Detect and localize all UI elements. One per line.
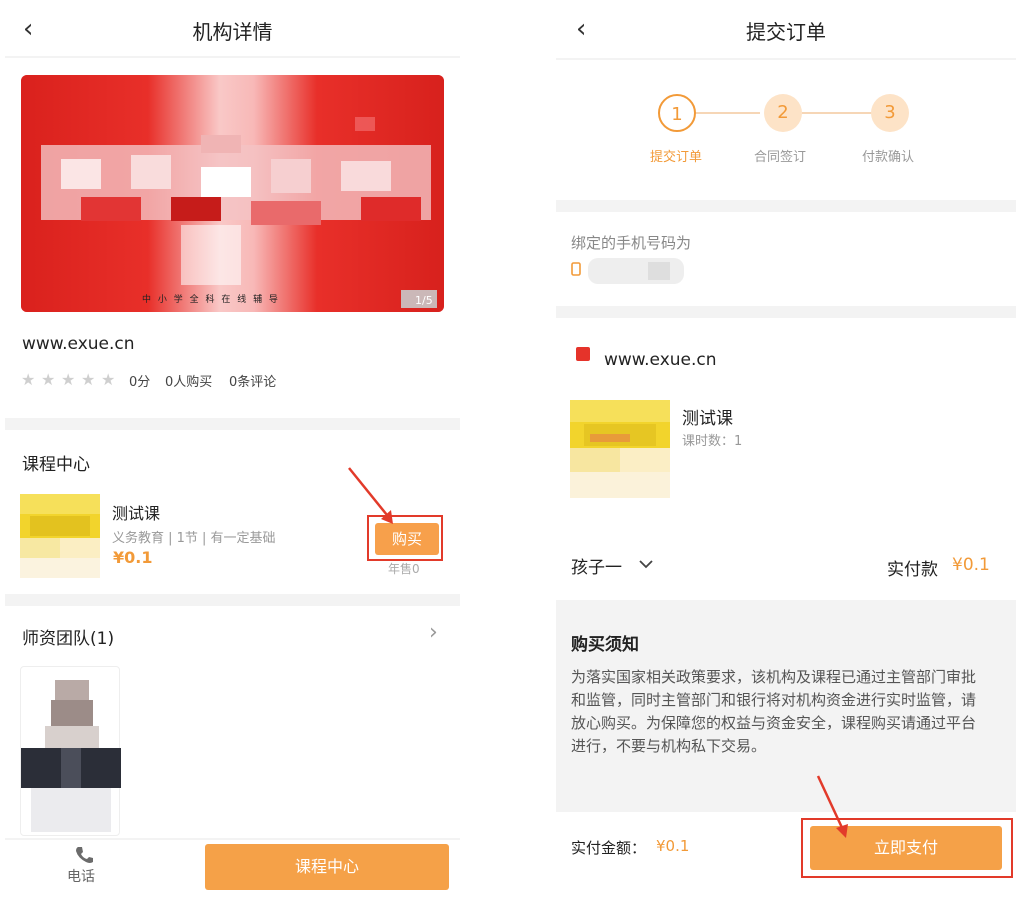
- step-3-label: 付款确认: [862, 150, 915, 165]
- purchase-notice-heading: 购买须知: [571, 635, 639, 655]
- review-count: 0条评论: [229, 375, 277, 390]
- order-course-title: 测试课: [682, 409, 733, 429]
- order-course-thumbnail: [570, 400, 670, 498]
- star-icon: ★: [41, 370, 56, 389]
- section-divider: [5, 594, 460, 606]
- total-amount-label: 实付金额：: [571, 839, 647, 857]
- institution-logo-icon: [576, 347, 590, 361]
- institution-name: www.exue.cn: [22, 334, 135, 354]
- banner-carousel[interactable]: 中 小 学 全 科 在 线 辅 导 1/5: [21, 75, 444, 312]
- page-title: 机构详情: [192, 20, 273, 44]
- submit-order-screen: ‹ 提交订单 1 2 3 提交订单 合同签订 付款确认 绑定的手机号码为 www…: [556, 0, 1016, 898]
- header-divider: [5, 56, 460, 58]
- phone-label[interactable]: 电话: [67, 866, 95, 886]
- step-1-label: 提交订单: [650, 150, 703, 165]
- course-center-button[interactable]: 课程中心: [205, 844, 449, 890]
- teacher-team-heading[interactable]: 师资团队(1): [22, 624, 114, 649]
- section-divider: [556, 306, 1016, 318]
- star-icon: ★: [81, 370, 96, 389]
- bottom-bar-divider: [5, 838, 460, 840]
- total-amount-value: ¥0.1: [656, 837, 690, 855]
- teacher-photo: [21, 676, 121, 832]
- header-divider: [556, 58, 1016, 60]
- page-title: 提交订单: [746, 20, 826, 44]
- annotation-arrow: [816, 775, 848, 838]
- course-price: ¥0.1: [113, 548, 153, 567]
- star-icon: ★: [101, 370, 116, 389]
- mobile-icon: [571, 262, 581, 276]
- rating-score: 0分: [129, 375, 151, 390]
- masked-phone-number: [588, 258, 684, 284]
- order-institution-name: www.exue.cn: [604, 350, 717, 370]
- course-title[interactable]: 测试课: [112, 500, 160, 524]
- course-thumbnail[interactable]: [20, 494, 100, 578]
- phone-icon[interactable]: [73, 845, 95, 865]
- purchase-count: 0人购买: [165, 375, 213, 390]
- step-2-label: 合同签订: [754, 150, 807, 165]
- paid-amount-label: 实付款: [887, 560, 938, 580]
- carousel-page-indicator: 1/5: [415, 294, 433, 307]
- purchase-notice-body: 为落实国家相关政策要求，该机构及课程已通过主管部门审批和监管，同时主管部门和银行…: [571, 668, 977, 755]
- child-selector[interactable]: 孩子一: [571, 553, 622, 578]
- chevron-down-icon[interactable]: [638, 558, 654, 570]
- paid-amount-value: ¥0.1: [952, 555, 990, 575]
- section-divider: [5, 418, 460, 430]
- banner-caption: 中 小 学 全 科 在 线 辅 导: [142, 295, 280, 305]
- step-2-circle: 2: [764, 94, 802, 132]
- section-divider: [556, 200, 1016, 212]
- order-lesson-count: 课时数：1: [682, 434, 743, 449]
- course-meta: 义务教育 | 1节 | 有一定基础: [112, 531, 276, 546]
- step-1-circle: 1: [658, 94, 696, 132]
- bound-phone-label: 绑定的手机号码为: [571, 234, 692, 252]
- screenshot-root: ‹ 机构详情 中 小 学 全 科 在 线 辅 导 1/5 www.exue.cn…: [0, 0, 1036, 898]
- sold-count: 年售0: [388, 562, 420, 576]
- chevron-right-icon[interactable]: ›: [429, 620, 438, 645]
- course-center-heading: 课程中心: [22, 455, 90, 475]
- star-icon: ★: [61, 370, 76, 389]
- institution-detail-screen: ‹ 机构详情 中 小 学 全 科 在 线 辅 导 1/5 www.exue.cn…: [5, 0, 460, 898]
- star-icon: ★: [21, 370, 36, 389]
- step-connector: [696, 112, 760, 114]
- step-connector: [802, 112, 872, 114]
- annotation-arrow: [348, 467, 393, 524]
- step-3-circle: 3: [871, 94, 909, 132]
